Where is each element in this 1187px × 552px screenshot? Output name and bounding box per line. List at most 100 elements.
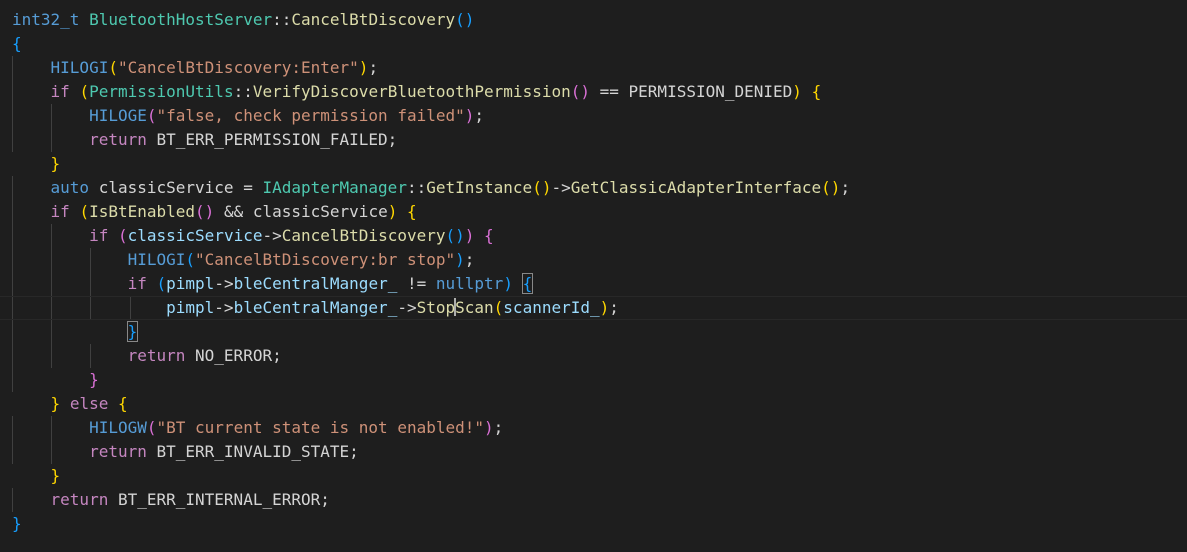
code-line[interactable]: return NO_ERROR; (0, 344, 1187, 368)
code-token: CancelBtDiscovery (281, 226, 446, 245)
code-line[interactable]: } (0, 320, 1187, 344)
code-token: "BT current state is not enabled!" (156, 418, 485, 437)
code-token: PermissionUtils (89, 82, 234, 101)
code-token: ; (368, 58, 379, 77)
code-line[interactable]: } (0, 368, 1187, 392)
code-token: else (69, 394, 109, 413)
code-editor[interactable]: int32_t BluetoothHostServer::CancelBtDis… (0, 8, 1187, 552)
code-token: () (445, 226, 465, 245)
code-line[interactable]: } (0, 464, 1187, 488)
code-line[interactable]: return BT_ERR_INTERNAL_ERROR; (0, 488, 1187, 512)
code-line[interactable]: HILOGW("BT current state is not enabled!… (0, 416, 1187, 440)
code-token: ; (464, 250, 475, 269)
code-text: if (pimpl->bleCentralManger_ != nullptr)… (12, 272, 534, 296)
code-token: return (50, 490, 109, 509)
code-token: if (89, 226, 109, 245)
code-token: { (117, 394, 128, 413)
code-text: } else { (12, 392, 128, 416)
code-line[interactable]: return BT_ERR_INVALID_STATE; (0, 440, 1187, 464)
code-token: CancelBtDiscovery (291, 10, 456, 29)
code-token: && classicService (214, 202, 388, 221)
code-token: Scan (455, 298, 494, 317)
code-token: GetInstance (426, 178, 533, 197)
fold-marker (0, 56, 10, 80)
code-text: auto classicService = IAdapterManager::G… (12, 176, 851, 200)
fold-marker (0, 320, 10, 344)
fold-marker (0, 368, 10, 392)
code-token: ; (493, 418, 504, 437)
code-line[interactable]: if (pimpl->bleCentralManger_ != nullptr)… (0, 272, 1187, 296)
code-token: { (406, 202, 417, 221)
fold-marker (0, 8, 10, 32)
fold-marker (0, 440, 10, 464)
code-token: if (50, 202, 70, 221)
code-line[interactable]: } else { (0, 392, 1187, 416)
fold-marker (0, 32, 10, 56)
code-line[interactable]: } (0, 152, 1187, 176)
code-token: } (126, 321, 139, 342)
code-token: () (532, 178, 552, 197)
code-line[interactable]: pimpl->bleCentralManger_->StopScan(scann… (0, 296, 1187, 320)
fold-marker (0, 200, 10, 224)
code-token: -> (262, 226, 282, 245)
code-token: VerifyDiscoverBluetoothPermission (252, 82, 571, 101)
code-line[interactable]: auto classicService = IAdapterManager::G… (0, 176, 1187, 200)
code-token: () (455, 10, 475, 29)
fold-marker (0, 392, 10, 416)
code-token: ) (464, 226, 475, 245)
code-token: NO_ERROR; (185, 346, 282, 365)
code-token: HILOGW (89, 418, 147, 437)
code-line[interactable]: } (0, 512, 1187, 536)
code-token: int32_t (12, 10, 80, 29)
fold-marker (0, 296, 10, 320)
code-token: "CancelBtDiscovery:Enter" (117, 58, 359, 77)
code-text: } (12, 368, 99, 392)
code-line[interactable]: HILOGI("CancelBtDiscovery:br stop"); (0, 248, 1187, 272)
code-line[interactable]: if (IsBtEnabled() && classicService) { (0, 200, 1187, 224)
code-token: bleCentralManger_ (233, 298, 398, 317)
code-token: pimpl (166, 274, 215, 293)
code-token: IsBtEnabled (89, 202, 196, 221)
code-line[interactable]: if (PermissionUtils::VerifyDiscoverBluet… (0, 80, 1187, 104)
code-token: ) (358, 58, 369, 77)
fold-marker (0, 272, 10, 296)
fold-marker (0, 176, 10, 200)
code-text: if (IsBtEnabled() && classicService) { (12, 200, 417, 224)
code-token: -> (214, 298, 234, 317)
code-text: if (PermissionUtils::VerifyDiscoverBluet… (12, 80, 822, 104)
code-token: "CancelBtDiscovery:br stop" (195, 250, 456, 269)
code-token: ( (108, 58, 118, 77)
fold-marker (0, 344, 10, 368)
code-token: :: (233, 82, 253, 101)
code-line[interactable]: HILOGI("CancelBtDiscovery:Enter"); (0, 56, 1187, 80)
code-token: ; (609, 298, 619, 317)
code-token: return (127, 346, 186, 365)
code-line[interactable]: if (classicService->CancelBtDiscovery())… (0, 224, 1187, 248)
code-text: return BT_ERR_INTERNAL_ERROR; (12, 488, 330, 512)
code-line[interactable]: HILOGE("false, check permission failed")… (0, 104, 1187, 128)
fold-marker (0, 104, 10, 128)
code-line[interactable]: { (0, 32, 1187, 56)
code-token: ) (484, 418, 494, 437)
code-line[interactable]: return BT_ERR_PERMISSION_FAILED; (0, 128, 1187, 152)
code-line[interactable]: int32_t BluetoothHostServer::CancelBtDis… (0, 8, 1187, 32)
code-lines[interactable]: int32_t BluetoothHostServer::CancelBtDis… (0, 8, 1187, 536)
code-text: pimpl->bleCentralManger_->StopScan(scann… (12, 296, 619, 320)
code-token: } (50, 466, 61, 485)
code-text: } (12, 152, 61, 176)
code-text: HILOGI("CancelBtDiscovery:Enter"); (12, 56, 379, 80)
code-token: HILOGE (89, 106, 147, 125)
